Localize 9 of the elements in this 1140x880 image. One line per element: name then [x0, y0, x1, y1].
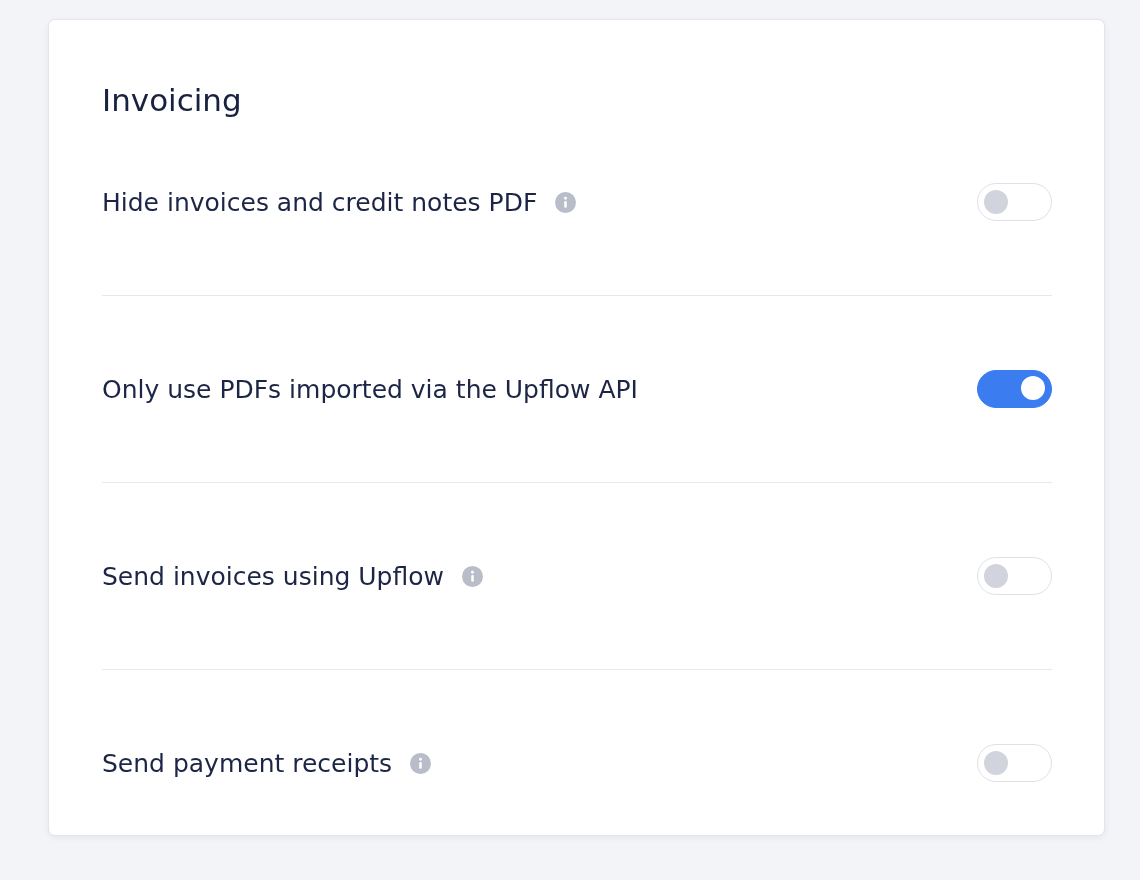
info-icon[interactable]: [461, 565, 483, 587]
setting-label: Only use PDFs imported via the Upflow API: [102, 374, 638, 404]
info-icon[interactable]: [555, 191, 577, 213]
section-title: Invoicing: [102, 81, 243, 119]
toggle-switch[interactable]: [977, 370, 1052, 408]
info-icon[interactable]: [410, 752, 432, 774]
setting-label: Hide invoices and credit notes PDF: [102, 187, 538, 217]
setting-label: Send payment receipts: [102, 748, 393, 778]
setting-label: Send invoices using Upflow: [102, 561, 444, 591]
